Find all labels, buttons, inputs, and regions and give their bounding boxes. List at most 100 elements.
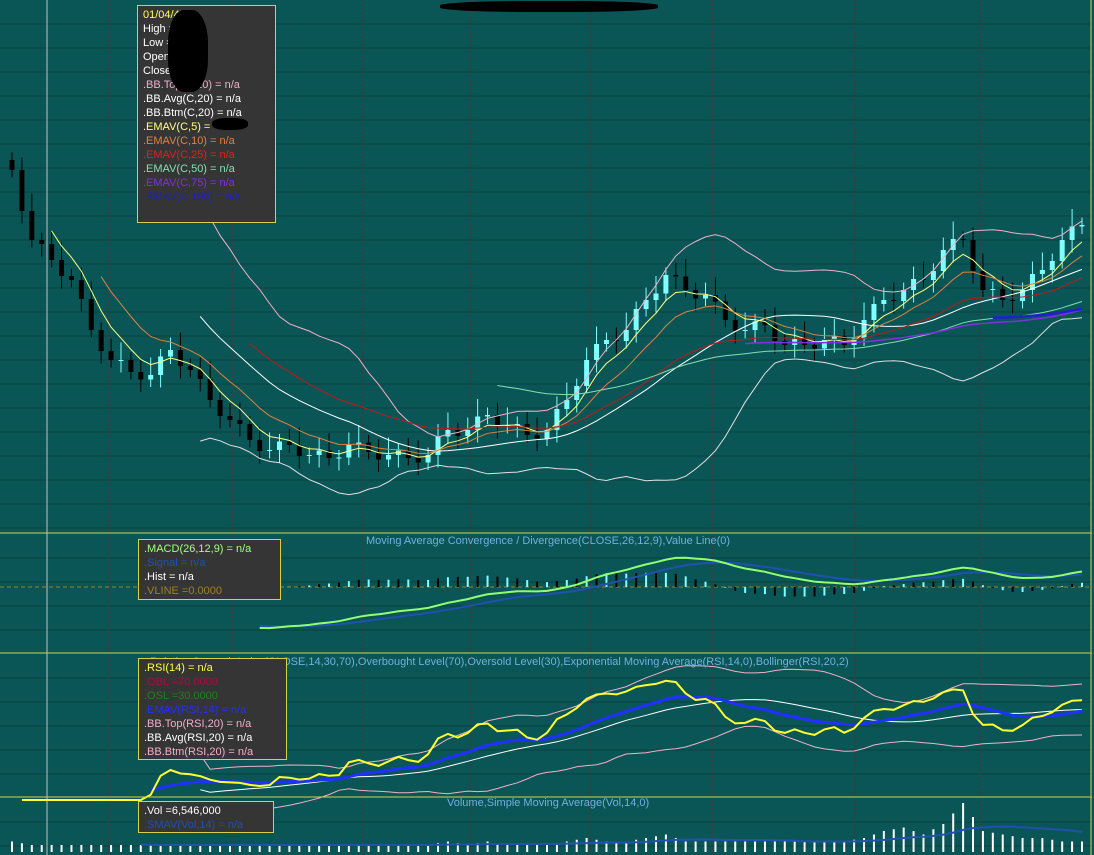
candle-body — [1059, 240, 1065, 261]
legend-row: .EMAV(RSI,14) = n/a — [144, 704, 247, 716]
bb-bottom-line — [200, 317, 1083, 496]
candle-body — [148, 375, 154, 380]
candle-body — [683, 276, 689, 290]
legend-row: .EMAV(C,100) = n/a — [143, 191, 241, 203]
candle-body — [1049, 261, 1055, 270]
legend-row: .EMAV(C,50) = n/a — [143, 163, 235, 175]
volume-sma-line — [140, 825, 1083, 846]
legend-row: .EMAV(C,10) = n/a — [143, 135, 235, 147]
candle-body — [584, 360, 590, 386]
candle-body — [68, 276, 74, 280]
candle-body — [663, 275, 669, 294]
candle-body — [960, 239, 966, 240]
legend-row: .BB.Top(RSI,20) = n/a — [144, 718, 252, 730]
candle-body — [29, 211, 35, 240]
candle-body — [118, 360, 124, 361]
candle-body — [247, 424, 253, 440]
candle-body — [812, 345, 817, 349]
candle-body — [653, 293, 659, 300]
legend-row: .OBL =70.0000 — [144, 676, 218, 688]
candle-body — [1079, 225, 1085, 227]
candle-body — [524, 424, 530, 435]
legend-row: .RSI(14) = n/a — [144, 662, 213, 674]
candle-body — [316, 450, 322, 455]
candle-body — [1000, 289, 1006, 300]
candle-body — [445, 430, 451, 437]
candle-body — [227, 416, 233, 420]
legend-row: .MACD(26,12,9) = n/a — [144, 543, 252, 555]
legend-row: .SMAV(Vol,14) = n/a — [144, 819, 244, 831]
candle-body — [19, 170, 25, 211]
candle-body — [267, 450, 273, 451]
volume-title: Volume,Simple Moving Average(Vol,14,0) — [447, 797, 650, 809]
candle-body — [742, 330, 748, 331]
candle-body — [336, 457, 342, 459]
candle-body — [703, 295, 709, 299]
candle-body — [990, 289, 996, 290]
candle-body — [168, 350, 174, 357]
candle-body — [891, 300, 897, 301]
candle-body — [385, 455, 391, 460]
candle-body — [534, 435, 540, 439]
legend-row: .Vol =6,546,000 — [144, 805, 221, 817]
legend-row: .EMAV(C,25) = n/a — [143, 149, 235, 161]
macd-signal-line — [259, 561, 1083, 628]
candle-body — [980, 271, 986, 290]
redacted-title — [440, 1, 658, 12]
candle-body — [623, 330, 629, 341]
candle-body — [1010, 300, 1016, 301]
candle-body — [306, 455, 312, 456]
candle-body — [177, 350, 183, 366]
macd-title: Moving Average Convergence / Divergence(… — [366, 535, 731, 547]
candle-body — [187, 366, 193, 370]
ema5-line — [51, 230, 1083, 458]
candle-body — [59, 260, 65, 276]
candle-body — [39, 240, 45, 244]
candle-body — [366, 442, 372, 452]
candle-body — [970, 240, 976, 271]
candle-body — [98, 330, 104, 351]
legend-row: .VLINE =0.0000 — [144, 585, 222, 597]
legend-row: .BB.Top(C,20) = n/a — [143, 79, 240, 91]
legend-row: .BB.Btm(RSI,20) = n/a — [144, 746, 254, 758]
candle-body — [1039, 270, 1045, 274]
volume-legend: .Vol =6,546,000 .SMAV(Vol,14) = n/a — [138, 801, 274, 833]
legend-row: .OSL =30.0000 — [144, 690, 218, 702]
candle-body — [871, 304, 877, 320]
candle-body — [861, 320, 867, 339]
rsi-legend: .RSI(14) = n/a .OBL =70.0000 .OSL =30.0000… — [138, 658, 287, 760]
legend-row: .BB.Btm(C,20) = n/a — [143, 107, 242, 119]
candle-body — [881, 300, 887, 304]
candle-body — [594, 344, 600, 360]
candle-body — [217, 400, 223, 416]
candle-body — [49, 244, 55, 260]
legend-row: .BB.Avg(C,20) = n/a — [143, 93, 241, 105]
redacted-ema5-value — [212, 118, 248, 130]
candle-body — [128, 360, 134, 372]
candle-body — [901, 290, 907, 301]
rsi-ema-line — [150, 695, 1083, 792]
bb-top-line — [199, 191, 1083, 438]
candle-body — [485, 415, 491, 417]
legend-row: .EMAV(C,75) = n/a — [143, 177, 235, 189]
candle-body — [138, 372, 144, 380]
candle-body — [88, 299, 94, 330]
candle-body — [603, 340, 609, 344]
macd-legend: .MACD(26,12,9) = n/a .Signal = n/a .Hist =… — [138, 539, 281, 600]
legend-date: 01/04/47 — [143, 9, 186, 21]
candle-body — [732, 320, 738, 331]
candle-body — [465, 430, 471, 436]
candle-body — [415, 458, 421, 463]
redacted-values — [168, 10, 208, 92]
candle-body — [108, 351, 114, 360]
candle-body — [435, 436, 441, 455]
legend-row: .EMAV(C,5) = — [143, 121, 211, 133]
candle-body — [673, 275, 679, 277]
legend-row: .BB.Avg(RSI,20) = n/a — [144, 732, 253, 744]
legend-row: .Signal = n/a — [144, 557, 206, 569]
candle-body — [78, 280, 84, 299]
legend-row: .Hist = n/a — [144, 571, 194, 583]
candle-body — [286, 441, 292, 445]
candle-body — [277, 441, 282, 450]
candle-body — [158, 356, 164, 375]
